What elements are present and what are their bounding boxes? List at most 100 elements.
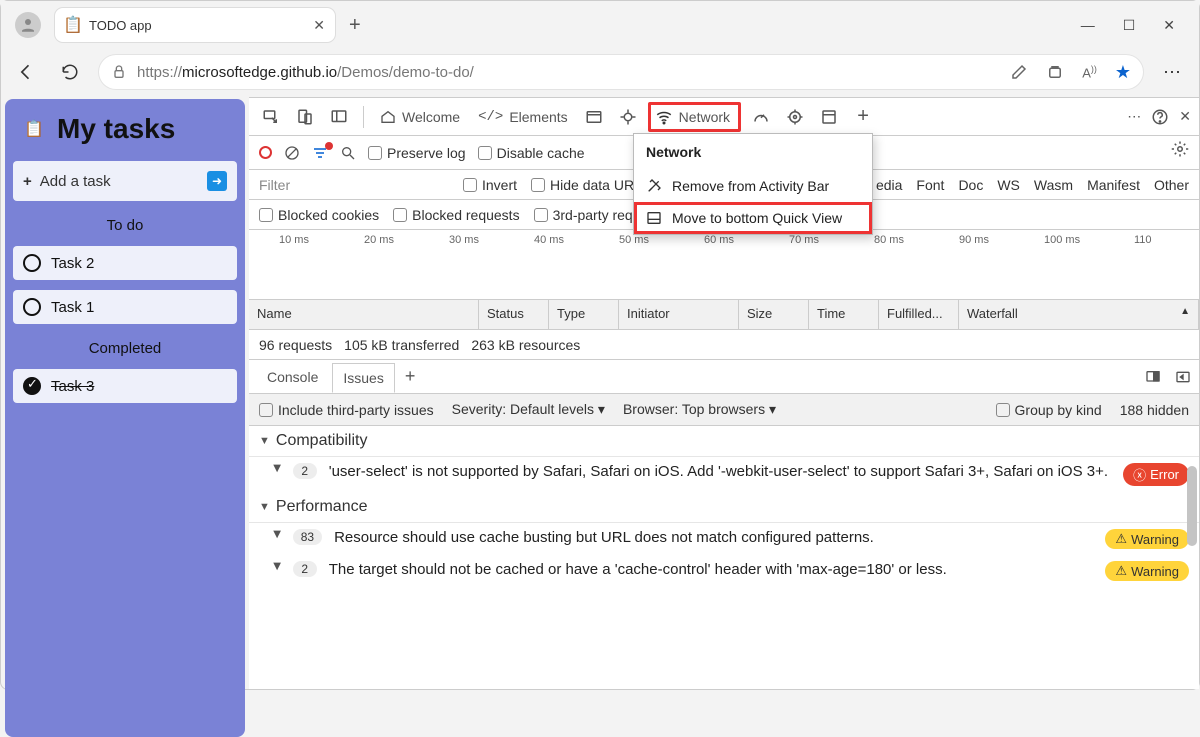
minimize-icon[interactable]: — (1081, 17, 1095, 34)
include-third-party-checkbox[interactable]: Include third-party issues (259, 402, 434, 418)
performance-icon[interactable] (747, 103, 775, 131)
memory-icon[interactable] (781, 103, 809, 131)
drawer-expand-icon[interactable] (1175, 369, 1191, 385)
blocked-cookies-checkbox[interactable]: Blocked cookies (259, 207, 379, 223)
browser-dropdown[interactable]: Browser: Top browsers ▾ (623, 401, 776, 418)
col-size[interactable]: Size (739, 300, 809, 329)
settings-gear-icon[interactable] (1171, 140, 1189, 158)
menu-remove-activity-bar[interactable]: Remove from Activity Bar (634, 170, 872, 202)
favorite-star-icon[interactable]: ★ (1115, 62, 1131, 83)
site-info-icon[interactable] (111, 64, 127, 80)
submit-arrow-icon[interactable]: ➜ (207, 171, 227, 191)
close-tab-icon[interactable]: ✕ (313, 17, 325, 34)
context-menu-header: Network (634, 134, 872, 170)
third-party-checkbox[interactable]: 3rd-party req (534, 207, 633, 223)
drawer-tabstrip: Console Issues + (249, 360, 1199, 394)
type-filter[interactable]: WS (997, 177, 1020, 193)
col-fulfilled[interactable]: Fulfilled... (879, 300, 959, 329)
dock-icon[interactable] (325, 103, 353, 131)
collections-icon[interactable] (1046, 63, 1064, 81)
drawer-add-icon[interactable]: + (405, 366, 416, 387)
group-by-kind-checkbox[interactable]: Group by kind (996, 402, 1102, 418)
issues-list: ▼Compatibility ▶ 2 'user-select' is not … (249, 426, 1199, 689)
network-summary: 96 requests 105 kB transferred 263 kB re… (249, 330, 1199, 360)
hide-data-url-checkbox[interactable]: Hide data UR (531, 177, 634, 193)
network-context-menu: Network Remove from Activity Bar Move to… (633, 133, 873, 235)
blocked-requests-checkbox[interactable]: Blocked requests (393, 207, 519, 223)
search-icon[interactable] (340, 145, 356, 161)
hidden-count[interactable]: 188 hidden (1120, 402, 1189, 418)
task-bullet-done-icon[interactable] (23, 377, 41, 395)
network-timeline[interactable]: 10 ms 20 ms 30 ms 40 ms 50 ms 60 ms 70 m… (249, 230, 1199, 300)
issue-group-perf[interactable]: ▼Performance (249, 492, 1199, 523)
completed-heading: Completed (13, 334, 237, 363)
col-waterfall[interactable]: Waterfall▲ (959, 300, 1199, 329)
col-initiator[interactable]: Initiator (619, 300, 739, 329)
summary-transferred: 105 kB transferred (344, 337, 459, 353)
filter-toggle-icon[interactable] (312, 145, 328, 161)
record-icon[interactable] (259, 146, 272, 159)
profile-avatar[interactable] (15, 12, 41, 38)
tab-issues[interactable]: Issues (332, 363, 394, 393)
col-status[interactable]: Status (479, 300, 549, 329)
task-item[interactable]: Task 1 (13, 290, 237, 324)
inspect-icon[interactable] (257, 103, 285, 131)
issue-text: 'user-select' is not supported by Safari… (329, 463, 1111, 480)
more-tools-icon[interactable]: ⋯ (1127, 108, 1141, 125)
task-bullet-icon[interactable] (23, 254, 41, 272)
content-area: 📋 My tasks + Add a task ➜ To do Task 2 T… (1, 95, 1199, 689)
severity-error-badge: ⓧ Error (1123, 463, 1189, 486)
type-filter[interactable]: Doc (958, 177, 983, 193)
issue-row[interactable]: ▶ 2 The target should not be cached or h… (249, 555, 1199, 587)
summary-requests: 96 requests (259, 337, 332, 353)
type-filter[interactable]: edia (876, 177, 902, 193)
close-window-icon[interactable]: ✕ (1163, 17, 1175, 34)
menu-move-bottom-quick-view[interactable]: Move to bottom Quick View (634, 202, 872, 234)
drawer-dock-icon[interactable] (1145, 369, 1161, 385)
severity-dropdown[interactable]: Severity: Default levels ▾ (452, 401, 605, 418)
browser-menu-icon[interactable]: ⋯ (1163, 62, 1181, 83)
preserve-log-checkbox[interactable]: Preserve log (368, 145, 466, 161)
disable-cache-checkbox[interactable]: Disable cache (478, 145, 585, 161)
maximize-icon[interactable]: ☐ (1123, 17, 1136, 34)
col-time[interactable]: Time (809, 300, 879, 329)
type-filter[interactable]: Font (916, 177, 944, 193)
add-panel-icon[interactable]: + (849, 103, 877, 131)
issue-row[interactable]: ▶ 83 Resource should use cache busting b… (249, 523, 1199, 555)
clear-icon[interactable] (284, 145, 300, 161)
task-bullet-icon[interactable] (23, 298, 41, 316)
type-filter[interactable]: Other (1154, 177, 1189, 193)
refresh-button[interactable] (55, 57, 85, 87)
url-field[interactable]: https://microsoftedge.github.io/Demos/de… (99, 55, 1143, 89)
type-filter[interactable]: Manifest (1087, 177, 1140, 193)
tab-elements[interactable]: </>Elements (472, 109, 574, 125)
application-icon[interactable] (815, 103, 843, 131)
edit-icon[interactable] (1010, 63, 1028, 81)
help-icon[interactable] (1151, 108, 1169, 126)
issue-text: Resource should use cache busting but UR… (334, 529, 1093, 546)
filter-input[interactable]: Filter (259, 177, 449, 193)
close-devtools-icon[interactable]: ✕ (1179, 108, 1191, 125)
add-task-input[interactable]: + Add a task ➜ (13, 161, 237, 201)
col-name[interactable]: Name (249, 300, 479, 329)
debug-icon[interactable] (614, 103, 642, 131)
task-item-done[interactable]: Task 3 (13, 369, 237, 403)
back-button[interactable] (11, 57, 41, 87)
type-filter[interactable]: Wasm (1034, 177, 1073, 193)
tab-network[interactable]: Network (648, 102, 741, 132)
read-aloud-icon[interactable]: A)) (1082, 64, 1097, 80)
tab-welcome[interactable]: Welcome (374, 109, 466, 125)
task-item[interactable]: Task 2 (13, 246, 237, 280)
scroll-thumb[interactable] (1187, 466, 1197, 546)
titlebar: 📋 TODO app ✕ + — ☐ ✕ (1, 1, 1199, 49)
col-type[interactable]: Type (549, 300, 619, 329)
new-tab-button[interactable]: + (349, 14, 361, 37)
invert-checkbox[interactable]: Invert (463, 177, 517, 193)
device-icon[interactable] (291, 103, 319, 131)
sources-icon[interactable] (580, 103, 608, 131)
tab-console[interactable]: Console (257, 363, 328, 391)
issues-toolbar: Include third-party issues Severity: Def… (249, 394, 1199, 426)
browser-tab[interactable]: 📋 TODO app ✕ (55, 8, 335, 42)
issue-group-compat[interactable]: ▼Compatibility (249, 426, 1199, 457)
issue-row[interactable]: ▶ 2 'user-select' is not supported by Sa… (249, 457, 1199, 492)
